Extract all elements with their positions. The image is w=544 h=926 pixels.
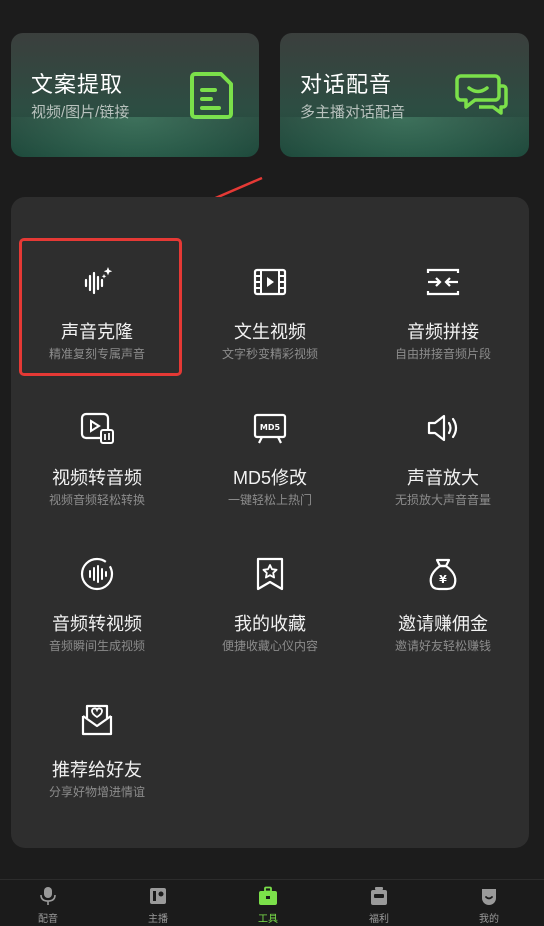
tool-audio-merge[interactable]: 音频拼接 自由拼接音频片段 [357,244,529,372]
tool-subtitle: 自由拼接音频片段 [394,347,491,361]
gift-icon [371,887,387,905]
text-extract-title: 文案提取 [31,72,124,97]
money-bag-icon: ¥ [429,558,457,591]
tool-subtitle: 文字秒变精彩视频 [221,347,318,361]
video-to-audio-icon [80,412,114,444]
tab-label: 我的 [479,914,499,925]
tool-subtitle: 音频瞬间生成视频 [48,639,145,653]
tool-text-to-video[interactable]: 文生视频 文字秒变精彩视频 [184,244,356,372]
tab-benefits[interactable]: 福利 [325,880,433,926]
chat-bubbles-icon [455,74,508,115]
tab-label: 福利 [369,914,389,925]
tool-title: MD5修改 [232,468,307,488]
tool-md5-modify[interactable]: MD5 MD5修改 一键轻松上热门 [184,390,356,518]
tool-subtitle: 分享好物增进情谊 [48,785,145,799]
text-extract-subtitle: 视频/图片/链接 [31,104,130,121]
tool-title: 邀请赚佣金 [398,614,488,634]
tab-label: 配音 [38,914,58,925]
tool-title: 视频转音频 [52,468,142,488]
svg-text:MD5: MD5 [260,423,281,432]
document-extract-icon [190,72,233,119]
tool-subtitle: 便捷收藏心仪内容 [221,639,318,653]
tab-tools[interactable]: 工具 [214,880,322,926]
tool-title: 推荐给好友 [52,760,142,780]
tool-title: 文生视频 [234,322,306,342]
dialogue-dubbing-subtitle: 多主播对话配音 [300,104,406,121]
md5-icon: MD5 [253,413,287,444]
tool-audio-to-video[interactable]: 音频转视频 音频瞬间生成视频 [11,536,183,664]
speaker-icon [427,414,458,442]
tool-title: 我的收藏 [234,614,306,634]
svg-text:¥: ¥ [439,573,447,586]
profile-icon [482,889,496,905]
dialogue-dubbing-card[interactable]: 对话配音 多主播对话配音 [280,33,529,157]
merge-icon [426,268,460,296]
tab-label: 主播 [148,914,168,925]
tab-anchor[interactable]: 主播 [104,880,212,926]
tool-subtitle: 一键轻松上热门 [227,493,312,507]
tool-subtitle: 邀请好友轻松赚钱 [394,639,491,653]
anchor-icon [150,888,166,904]
tool-video-to-audio[interactable]: 视频转音频 视频音频轻松转换 [11,390,183,518]
bookmark-star-icon [256,557,284,591]
tool-title: 音频转视频 [52,614,142,634]
tool-subtitle: 无损放大声音音量 [394,493,491,507]
dialogue-dubbing-title: 对话配音 [300,72,393,97]
tool-subtitle: 视频音频轻松转换 [48,493,145,507]
microphone-icon [40,887,56,905]
bottom-tab-bar: 配音 主播 工具 福利 我的 [0,879,544,925]
tool-invite-commission[interactable]: ¥ 邀请赚佣金 邀请好友轻松赚钱 [357,536,529,664]
highlight-box [19,238,182,376]
tab-label: 工具 [258,914,278,925]
tool-my-favorites[interactable]: 我的收藏 便捷收藏心仪内容 [184,536,356,664]
tool-title: 声音放大 [407,468,479,488]
text-extract-card[interactable]: 文案提取 视频/图片/链接 [11,33,259,157]
tool-recommend-friends[interactable]: 推荐给好友 分享好物增进情谊 [11,682,183,810]
tool-volume-boost[interactable]: 声音放大 无损放大声音音量 [357,390,529,518]
heart-envelope-icon [81,704,113,736]
toolbox-icon [259,886,277,905]
tab-dubbing[interactable]: 配音 [0,880,102,926]
audio-to-video-icon [80,557,114,591]
film-icon [253,268,287,296]
tool-title: 音频拼接 [407,322,479,342]
tab-profile[interactable]: 我的 [435,880,543,926]
